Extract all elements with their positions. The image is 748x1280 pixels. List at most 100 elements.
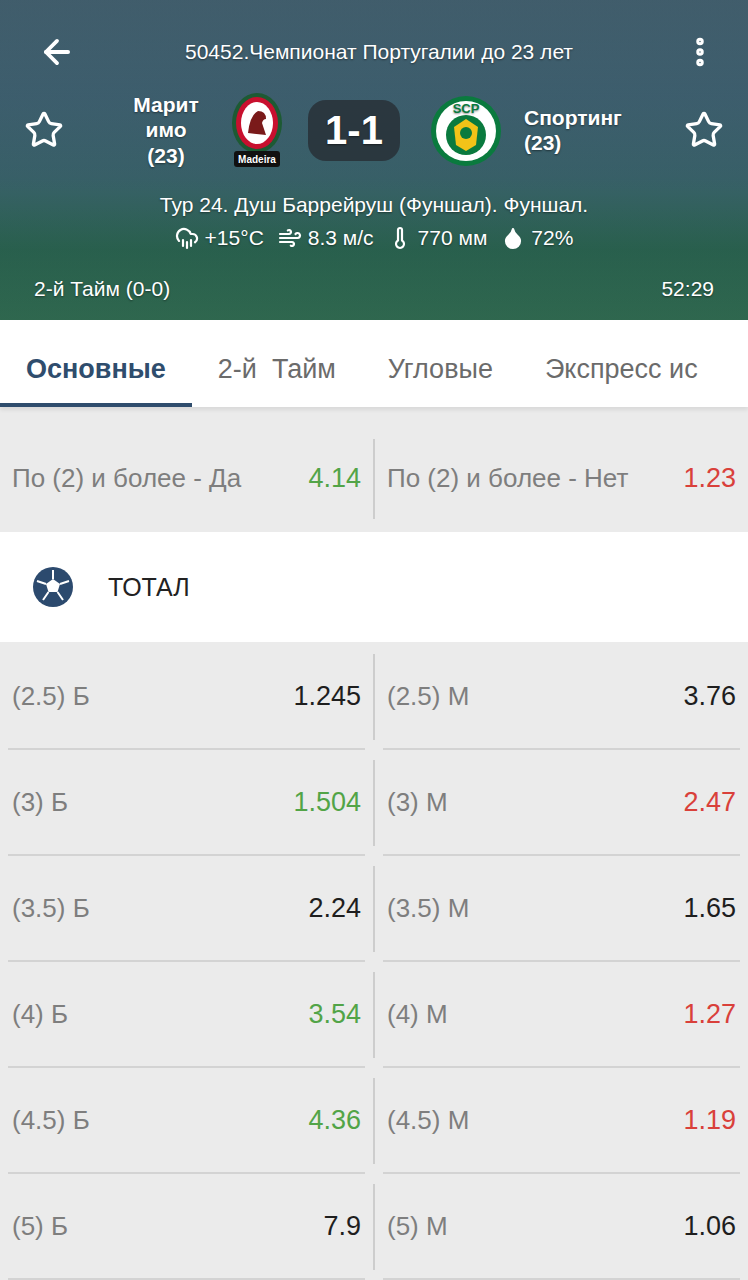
odd-label: (3.5) Б — [12, 893, 90, 924]
favorite-button[interactable] — [24, 110, 64, 150]
odds-row: (5) Б 7.9 (5) М 1.06 — [0, 1174, 748, 1280]
odd-button[interactable]: По (2) и более - Нет 1.23 — [383, 429, 740, 529]
humidity-icon — [501, 226, 525, 250]
team-row: Маритимо (23) Madeira 1-1 SCP Спортинг (23) — [0, 82, 748, 178]
odds-row: (2.5) Б 1.245 (2.5) М 3.76 — [0, 644, 748, 750]
round-info: Тур 24. Душ Баррейруш (Фуншал). Фуншал. — [0, 190, 748, 220]
odd-button[interactable]: (4.5) Б 4.36 — [8, 1068, 365, 1174]
away-team: SCP Спортинг (23) — [412, 93, 748, 167]
clock: 52:29 — [661, 277, 714, 301]
odd-price: 2.47 — [683, 787, 736, 818]
odd-label: (4.5) Б — [12, 1105, 90, 1136]
divider — [373, 972, 375, 1058]
match-page: 50452.Чемпионат Португалии до 23 лет Мари… — [0, 0, 748, 1280]
odd-label: (3.5) М — [387, 893, 469, 924]
weather-row: +15°C 8.3 м/с 770 мм 72% — [0, 224, 748, 252]
markets: По (2) и более - Да4.14По (2) и более - … — [0, 407, 748, 1280]
odd-price: 1.27 — [683, 999, 736, 1030]
weather-item: 770 мм — [388, 226, 488, 250]
pressure-icon — [388, 226, 412, 250]
odd-button[interactable]: (5) Б 7.9 — [8, 1174, 365, 1280]
star-icon — [24, 110, 64, 150]
odd-label: По (2) и более - Нет — [387, 463, 628, 494]
odd-label: (4.5) М — [387, 1105, 469, 1136]
team-name: Спортинг (23) — [524, 105, 652, 155]
football-icon — [32, 566, 74, 608]
odds-row: (3) Б 1.504 (3) М 2.47 — [0, 750, 748, 856]
odd-price: 4.14 — [308, 463, 361, 494]
odd-button[interactable]: (4) М 1.27 — [383, 962, 740, 1068]
odd-button[interactable]: По (2) и более - Да 4.14 — [8, 429, 365, 529]
section-header: ТОТАЛ — [0, 532, 748, 642]
wind-icon — [278, 226, 302, 250]
odd-label: (4) М — [387, 999, 448, 1030]
divider — [373, 760, 375, 846]
maritimo-logo-icon: Madeira — [230, 89, 284, 171]
odd-button[interactable]: (3) Б 1.504 — [8, 750, 365, 856]
match-header: 50452.Чемпионат Португалии до 23 лет Мари… — [0, 0, 748, 320]
score: 1-1 — [308, 100, 400, 161]
top-bar: 50452.Чемпионат Португалии до 23 лет — [0, 28, 748, 76]
weather-item: +15°C — [175, 226, 264, 250]
odd-button[interactable]: (4.5) М 1.19 — [383, 1068, 740, 1174]
menu-button[interactable] — [682, 34, 718, 70]
weather-item: 8.3 м/с — [278, 226, 374, 250]
divider — [373, 439, 375, 519]
odd-price: 7.9 — [323, 1211, 361, 1242]
divider — [373, 1078, 375, 1164]
svg-text:Madeira: Madeira — [238, 154, 276, 165]
team-name: Маритимо (23) — [128, 92, 204, 168]
odd-label: (5) М — [387, 1211, 448, 1242]
home-team: Маритимо (23) Madeira — [0, 89, 308, 171]
tab-bar: Основные2-й ТаймУгловыеЭкспресс ис — [0, 320, 748, 407]
odd-button[interactable]: (2.5) М 3.76 — [383, 644, 740, 750]
odds-row: По (2) и более - Да4.14По (2) и более - … — [0, 429, 748, 529]
section-title: ТОТАЛ — [108, 573, 190, 602]
weather-item: 72% — [501, 226, 573, 250]
rain-icon — [175, 226, 199, 250]
odd-price: 1.23 — [683, 463, 736, 494]
odd-price: 1.504 — [293, 787, 361, 818]
odd-price: 1.65 — [683, 893, 736, 924]
odd-price: 1.06 — [683, 1211, 736, 1242]
odd-label: (5) Б — [12, 1211, 68, 1242]
divider — [373, 1184, 375, 1270]
favorite-button[interactable] — [684, 110, 724, 150]
tab[interactable]: Экспресс ис — [519, 320, 724, 407]
odd-button[interactable]: (2.5) Б 1.245 — [8, 644, 365, 750]
more-icon — [682, 34, 718, 70]
odds-row: (4.5) Б 4.36 (4.5) М 1.19 — [0, 1068, 748, 1174]
odd-label: (3) М — [387, 787, 448, 818]
odd-label: (2.5) Б — [12, 681, 90, 712]
odds-row: (3.5) Б 2.24 (3.5) М 1.65 — [0, 856, 748, 962]
star-icon — [684, 110, 724, 150]
odds-row: (4) Б 3.54 (4) М 1.27 — [0, 962, 748, 1068]
odd-label: (2.5) М — [387, 681, 469, 712]
odd-button[interactable]: (4) Б 3.54 — [8, 962, 365, 1068]
odd-price: 3.54 — [308, 999, 361, 1030]
odd-button[interactable]: (3.5) Б 2.24 — [8, 856, 365, 962]
divider — [373, 654, 375, 740]
sporting-logo-icon: SCP — [424, 93, 508, 167]
odd-price: 4.36 — [308, 1105, 361, 1136]
odd-price: 1.19 — [683, 1105, 736, 1136]
tab[interactable]: Основные — [0, 320, 192, 407]
odd-label: (4) Б — [12, 999, 68, 1030]
odd-label: (3) Б — [12, 787, 68, 818]
svg-text:SCP: SCP — [453, 101, 480, 116]
odd-button[interactable]: (5) М 1.06 — [383, 1174, 740, 1280]
odd-price: 2.24 — [308, 893, 361, 924]
period: 2-й Тайм (0-0) — [34, 277, 170, 301]
divider — [373, 866, 375, 952]
league-title: 50452.Чемпионат Португалии до 23 лет — [96, 40, 662, 64]
odd-button[interactable]: (3) М 2.47 — [383, 750, 740, 856]
odd-button[interactable]: (3.5) М 1.65 — [383, 856, 740, 962]
odd-price: 1.245 — [293, 681, 361, 712]
odd-label: По (2) и более - Да — [12, 463, 241, 494]
arrow-left-icon — [38, 33, 76, 71]
odd-price: 3.76 — [683, 681, 736, 712]
tab[interactable]: 2-й Тайм — [192, 320, 362, 407]
tab[interactable]: Угловые — [362, 320, 519, 407]
back-button[interactable] — [38, 33, 76, 71]
match-status: 2-й Тайм (0-0) 52:29 — [0, 274, 748, 304]
